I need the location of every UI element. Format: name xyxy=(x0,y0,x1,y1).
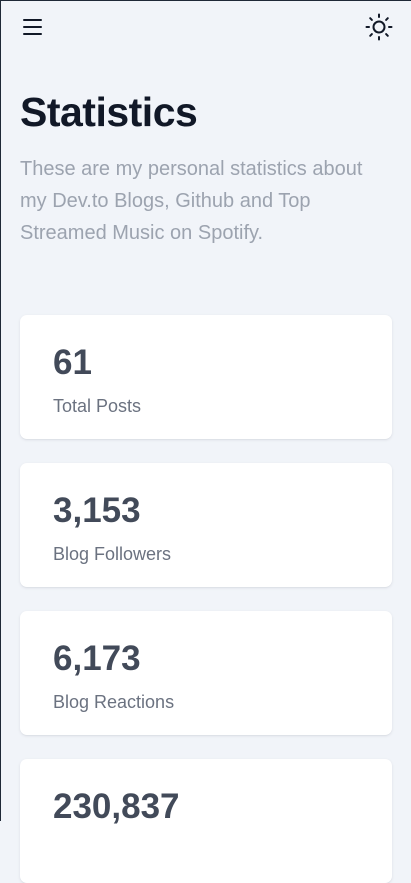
hamburger-icon-line xyxy=(23,26,42,28)
sun-icon xyxy=(365,13,393,41)
stat-label: Blog Followers xyxy=(53,544,172,564)
stat-value: 230,837 xyxy=(53,787,180,826)
stat-label: Blog Reactions xyxy=(53,692,175,712)
stat-card-blog-followers: 3,153 Blog Followers xyxy=(20,463,392,587)
stat-card-total-posts: 61 Total Posts xyxy=(20,315,392,439)
stat-card-4: 230,837 xyxy=(20,759,392,883)
stat-label: Total Posts xyxy=(53,396,142,416)
hamburger-icon-line xyxy=(23,33,42,35)
stat-value: 3,153 xyxy=(53,491,141,530)
stat-value: 6,173 xyxy=(53,639,141,678)
stat-value: 61 xyxy=(53,343,92,382)
stat-card-blog-reactions: 6,173 Blog Reactions xyxy=(20,611,392,735)
hamburger-menu-button[interactable] xyxy=(21,16,45,38)
page-subtitle: These are my personal statistics about m… xyxy=(20,158,363,244)
top-bar xyxy=(1,1,411,55)
hamburger-icon xyxy=(23,19,42,21)
page-title: Statistics xyxy=(20,89,198,135)
theme-toggle-button[interactable] xyxy=(364,12,394,42)
